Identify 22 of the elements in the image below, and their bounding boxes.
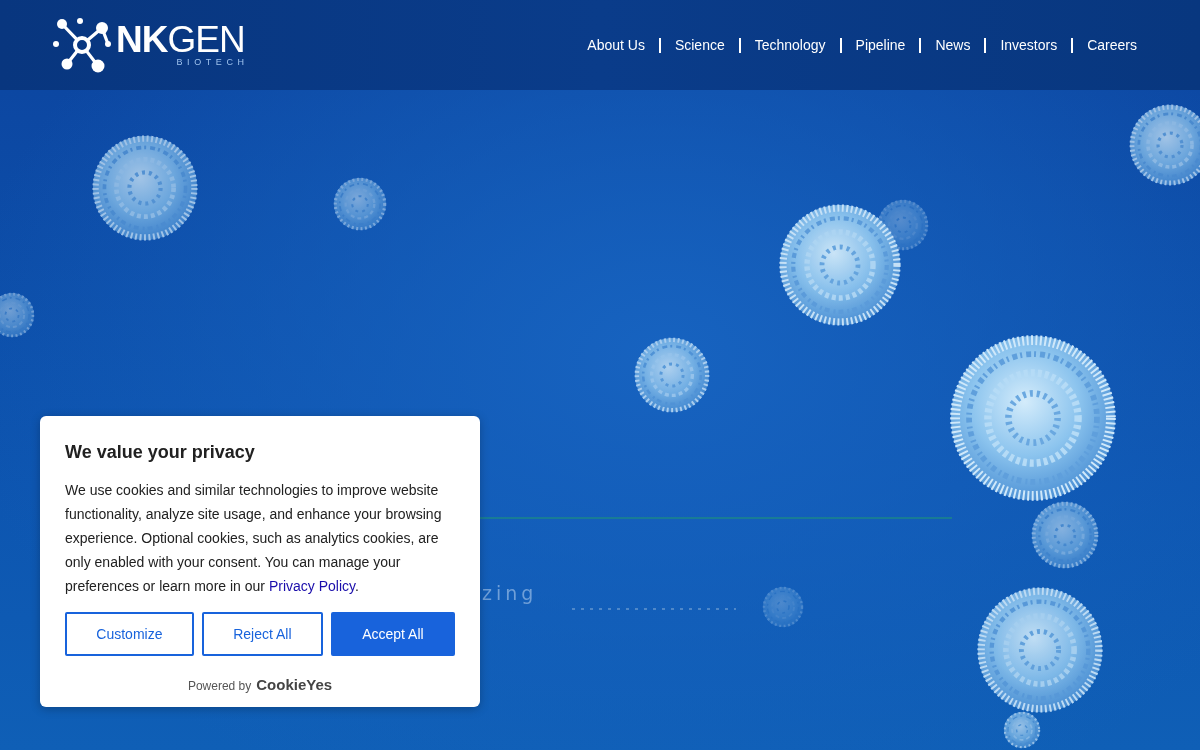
nav-link[interactable]: Investors <box>986 36 1072 54</box>
logo-tagline: BIOTECH <box>176 56 249 68</box>
logo-wordmark[interactable]: NKGEN <box>116 22 245 57</box>
cell-drawing <box>333 177 387 231</box>
nav-link[interactable]: Careers <box>1073 36 1137 54</box>
nav-link[interactable]: Science <box>660 36 739 54</box>
nav-link[interactable]: Pipeline <box>841 36 920 54</box>
cell-drawing <box>762 586 804 628</box>
privacy-policy-link[interactable]: Privacy Policy <box>268 578 355 594</box>
consent-button[interactable]: Reject All <box>201 612 323 656</box>
dialog-title: We value your privacy <box>65 441 256 464</box>
nav-link[interactable]: Technology <box>740 36 840 54</box>
consent-message: We use cookies and similar technologies to improve website functionality, analyze site usage, and enhance your browsing experience. Optional cookies, such as analytics cookies, are only enabled with your consent. You can manage your preferences or learn more in our Privacy Policy. <box>65 481 443 596</box>
consent-button[interactable]: Accept All <box>330 612 455 656</box>
consent-button[interactable]: Customize <box>65 612 194 656</box>
nav-link[interactable]: News <box>921 36 985 54</box>
nav-link[interactable]: About Us <box>573 36 659 54</box>
hero-text: zing <box>482 582 538 604</box>
molecule-logo-icon[interactable] <box>52 16 112 74</box>
cell-drawing <box>0 292 35 338</box>
brand-logo-text[interactable]: CookieYes <box>256 676 333 693</box>
powered-by-label: Powered by <box>187 679 252 693</box>
